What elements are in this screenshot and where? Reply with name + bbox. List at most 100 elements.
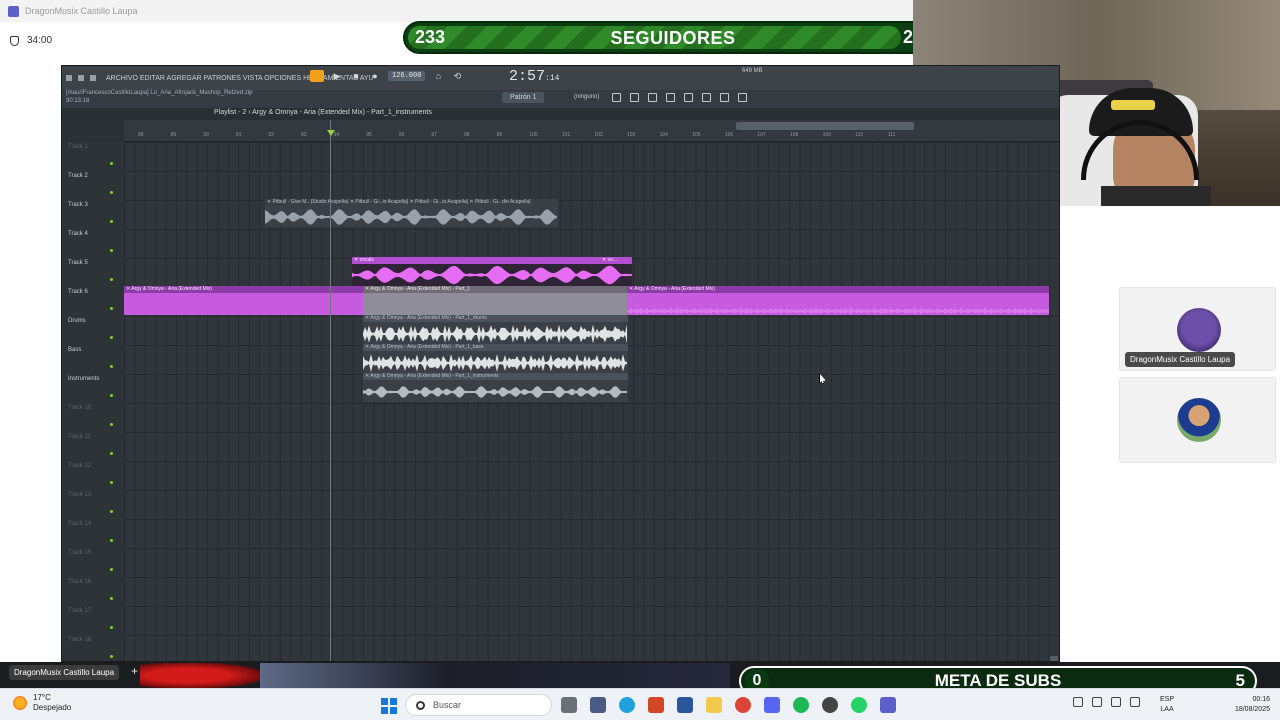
track-name[interactable]: Track 2: [68, 173, 88, 179]
track-name[interactable]: Track 3: [68, 202, 88, 208]
track-name[interactable]: Track 12: [68, 463, 91, 469]
playhead-line[interactable]: [330, 120, 331, 661]
clip-aria-mid[interactable]: ✕ Argy & Omnya - Aria (Extended Mix) - P…: [363, 286, 628, 315]
browser-icon[interactable]: [684, 93, 693, 102]
powerpoint-icon[interactable]: [648, 697, 664, 713]
track-mute-led-icon[interactable]: [110, 191, 113, 194]
usb-icon[interactable]: [1130, 697, 1140, 707]
plus-icon: +: [131, 664, 139, 678]
track-mute-led-icon[interactable]: [110, 655, 113, 658]
discord-icon[interactable]: [764, 697, 780, 713]
metronome-icon[interactable]: ⌂: [432, 70, 444, 82]
ruler-tick-label: 110: [855, 132, 864, 138]
plugin-icon[interactable]: [702, 93, 711, 102]
clip-aria-left[interactable]: ✕ Argy & Omnya - Aria (Extended Mix): [124, 286, 364, 315]
participant-tile-1[interactable]: DragonMusix Castillo Laupa: [1119, 287, 1276, 371]
track-mute-led-icon[interactable]: [110, 597, 113, 600]
minimize-icon[interactable]: [66, 75, 72, 81]
pattern-filter[interactable]: (ninguno): [574, 94, 599, 100]
play-icon[interactable]: ▶: [331, 70, 343, 82]
track-name[interactable]: Track 14: [68, 521, 91, 527]
language-indicator[interactable]: ESP LAA: [1160, 695, 1174, 715]
waveform: [363, 386, 627, 398]
track-name[interactable]: Track 10: [68, 405, 91, 411]
track-mute-led-icon[interactable]: [110, 481, 113, 484]
track-name[interactable]: Track 11: [68, 434, 91, 440]
loop-icon[interactable]: ⟲: [451, 70, 463, 82]
weather-text: 17°C Despejado: [33, 693, 71, 713]
piano-roll-icon[interactable]: [630, 93, 639, 102]
chrome-icon[interactable]: [735, 697, 751, 713]
track-name[interactable]: Track 16: [68, 579, 91, 585]
record-icon[interactable]: ●: [369, 70, 381, 82]
track-name[interactable]: Drums: [68, 318, 86, 324]
wrench-icon[interactable]: [738, 93, 747, 102]
pattern-selector[interactable]: Patrón 1: [502, 92, 545, 103]
clip-bass[interactable]: ✕ Argy & Omnya - Aria (Extended Mix) - P…: [363, 344, 628, 373]
taskbar-clock[interactable]: 00:16 18/08/2025: [1226, 695, 1270, 715]
task-view-icon[interactable]: [561, 697, 577, 713]
track-mute-led-icon[interactable]: [110, 423, 113, 426]
windows-start-icon[interactable]: [381, 698, 397, 714]
ruler-tick-label: 97: [431, 132, 437, 138]
shield-icon: [10, 35, 19, 46]
track-mute-led-icon[interactable]: [110, 510, 113, 513]
track-name[interactable]: Track 1: [68, 144, 88, 150]
clip-acapella[interactable]: ✕ Pitbull - Give M...(Studio Acapella) ✕…: [265, 199, 558, 227]
track-mute-led-icon[interactable]: [110, 336, 113, 339]
track-mute-led-icon[interactable]: [110, 278, 113, 281]
track-mute-led-icon[interactable]: [110, 162, 113, 165]
track-mute-led-icon[interactable]: [110, 568, 113, 571]
mixer-icon[interactable]: [666, 93, 675, 102]
track-name[interactable]: Bass: [68, 347, 81, 353]
stop-icon[interactable]: ■: [350, 70, 362, 82]
clip-drums[interactable]: ✕ Argy & Omnya - Aria (Extended Mix) - P…: [363, 315, 628, 344]
track-mute-led-icon[interactable]: [110, 307, 113, 310]
track-mute-led-icon[interactable]: [110, 394, 113, 397]
song-position-clock[interactable]: 2:57:14: [509, 68, 559, 85]
track-mute-led-icon[interactable]: [110, 365, 113, 368]
word-icon[interactable]: [677, 697, 693, 713]
chevron-up-icon[interactable]: [1073, 697, 1083, 707]
track-name[interactable]: Track 4: [68, 231, 88, 237]
participant-tile-2[interactable]: [1119, 377, 1276, 463]
track-name[interactable]: Track 13: [68, 492, 91, 498]
track-name[interactable]: Track 15: [68, 550, 91, 556]
track-name[interactable]: Track 18: [68, 637, 91, 643]
whatsapp-icon[interactable]: [851, 697, 867, 713]
timeline-ruler[interactable]: 88 89 90 91 92 93 94 95 96 97 98 99 100 101 102 103 104 1…: [124, 120, 1059, 142]
track-name[interactable]: Track 17: [68, 608, 91, 614]
clip-aria-right[interactable]: ✕ Argy & Omnya - Aria (Extended Mix): [627, 286, 1049, 315]
playlist-icon[interactable]: [612, 93, 621, 102]
channel-rack-icon[interactable]: [648, 93, 657, 102]
track-mute-led-icon[interactable]: [110, 626, 113, 629]
track-mute-led-icon[interactable]: [110, 539, 113, 542]
store-icon[interactable]: [590, 697, 606, 713]
track-name[interactable]: Track 6: [68, 289, 88, 295]
app-tray-icon[interactable]: [1092, 697, 1102, 707]
weather-widget[interactable]: 17°C Despejado: [13, 693, 71, 713]
file-explorer-icon[interactable]: [706, 697, 722, 713]
tempo-tap-icon[interactable]: [720, 93, 729, 102]
followers-goal-banner: 233 SEGUIDORES 250: [403, 21, 943, 54]
pattern-song-toggle[interactable]: [310, 70, 324, 82]
tempo-display[interactable]: 126.000: [388, 71, 426, 81]
track-mute-led-icon[interactable]: [110, 220, 113, 223]
teams-icon[interactable]: [880, 697, 896, 713]
taskbar-search[interactable]: Buscar: [405, 694, 552, 716]
maximize-icon[interactable]: [78, 75, 84, 81]
playhead-marker-icon[interactable]: [327, 130, 335, 136]
clip-instruments[interactable]: ✕ Argy & Omnya - Aria (Extended Mix) - P…: [363, 373, 628, 402]
timer-text: 34:00: [27, 35, 53, 46]
track-name[interactable]: Instruments: [68, 376, 99, 382]
obs-icon[interactable]: [822, 697, 838, 713]
track-name[interactable]: Track 5: [68, 260, 88, 266]
timeline-scroll-thumb[interactable]: [736, 122, 914, 130]
close-icon[interactable]: [90, 75, 96, 81]
edge-icon[interactable]: [619, 697, 635, 713]
clip-vocals[interactable]: ✕ vocals ✕ vo...: [352, 257, 632, 286]
track-mute-led-icon[interactable]: [110, 249, 113, 252]
spotify-icon[interactable]: [793, 697, 809, 713]
cloud-icon[interactable]: [1111, 697, 1121, 707]
track-mute-led-icon[interactable]: [110, 452, 113, 455]
